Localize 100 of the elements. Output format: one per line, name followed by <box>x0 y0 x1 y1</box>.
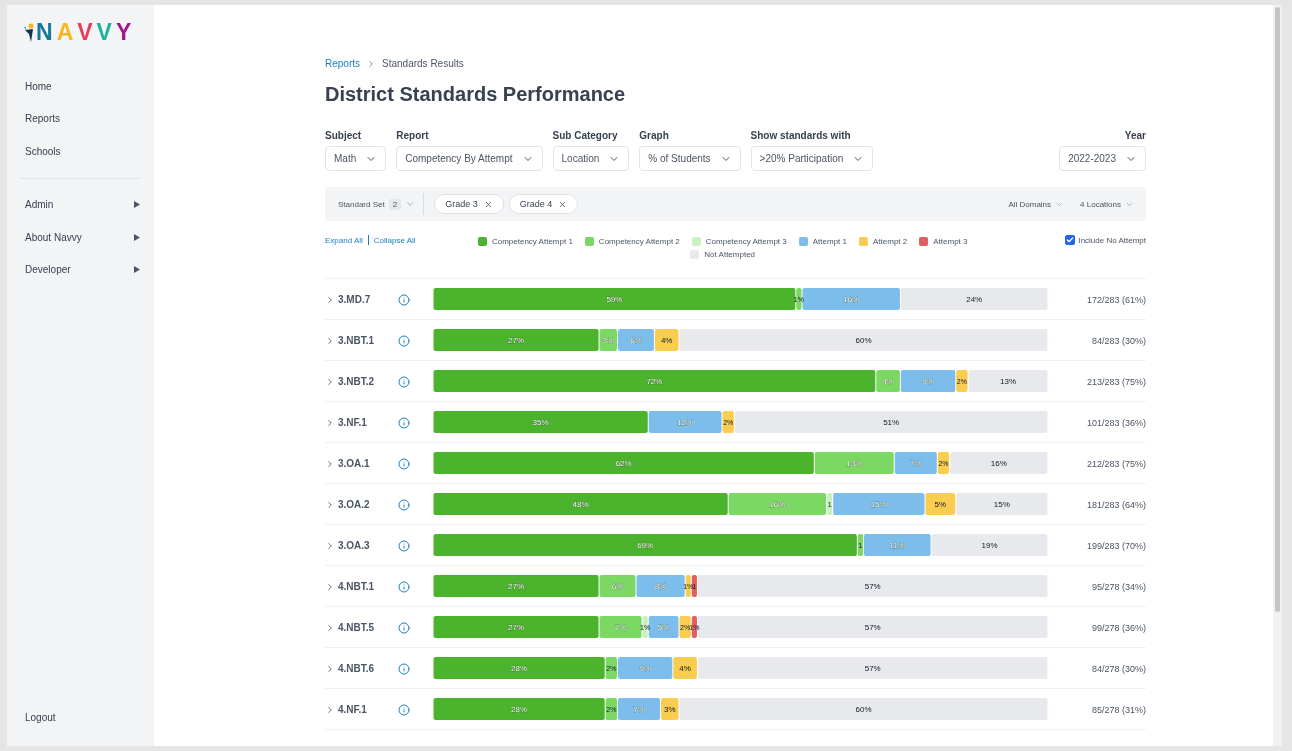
bar-value-label: 19% <box>981 541 998 550</box>
bar-value-label: 6% <box>630 336 642 345</box>
standard-toggle[interactable]: 3.OA.1 <box>325 458 370 469</box>
chevron-right-icon <box>325 376 335 387</box>
filter-dropdown[interactable]: Location <box>552 146 630 171</box>
bar-value-label: 28% <box>511 664 528 673</box>
standard-set-dropdown[interactable]: Standard Set 2 <box>338 193 425 215</box>
chevron-down-icon <box>405 199 416 209</box>
standard-toggle[interactable]: 3.MD.7 <box>325 294 371 305</box>
bar-value-label: 62% <box>615 459 632 468</box>
locations-dropdown[interactable]: 4 Locations <box>1077 199 1137 209</box>
info-icon[interactable] <box>398 662 410 675</box>
standard-toggle[interactable]: 4.NBT.6 <box>325 663 375 674</box>
bar-value-label: 24% <box>966 295 983 304</box>
logo-figure-icon <box>24 22 35 43</box>
logo-letter: V <box>96 19 115 46</box>
caret-icon <box>134 233 140 241</box>
collapse-all-link[interactable]: Collapse All <box>373 235 416 245</box>
student-count: 85/278 (31%) <box>1091 704 1146 715</box>
nav-menu-item[interactable]: Developer <box>7 253 154 286</box>
nav-menu-item[interactable]: Admin <box>7 188 154 221</box>
standard-toggle[interactable]: 3.OA.2 <box>325 499 370 510</box>
standard-toggle[interactable]: 4.NBT.1 <box>325 581 375 592</box>
filter-dropdown[interactable]: Math <box>325 146 387 171</box>
year-dropdown[interactable]: 2022-2023 <box>1059 146 1146 171</box>
info-icon[interactable] <box>398 416 410 429</box>
bar-value-label: 69% <box>637 541 654 550</box>
info-icon[interactable] <box>398 703 410 716</box>
bar-value-label: 8% <box>654 582 667 591</box>
filter-label: Report <box>396 130 430 141</box>
bar-value-label: 60% <box>855 336 872 345</box>
grade-chip[interactable]: Grade 3 <box>434 194 504 214</box>
domains-dropdown[interactable]: All Domains <box>1005 199 1068 209</box>
bar-value-label: 57% <box>864 582 881 591</box>
info-icon[interactable] <box>398 498 410 511</box>
bar-value-label: 16% <box>843 295 860 304</box>
bar-value-label: 35% <box>532 418 549 427</box>
grade-chip[interactable]: Grade 4 <box>508 194 579 214</box>
logo-letter: Y <box>115 19 135 46</box>
standard-toggle[interactable]: 3.NBT.1 <box>325 335 375 346</box>
standard-toggle[interactable]: 3.NF.1 <box>325 417 367 428</box>
chevron-right-icon <box>325 499 335 510</box>
chevron-right-icon <box>325 622 335 633</box>
checkbox-label: Include No Attempt <box>1078 235 1146 245</box>
student-count: 181/283 (64%) <box>1086 499 1146 510</box>
info-icon[interactable] <box>398 334 410 347</box>
info-icon[interactable] <box>398 621 410 634</box>
filter-dropdown[interactable]: Competency By Attempt <box>396 146 543 171</box>
caret-icon <box>134 201 140 209</box>
legend-label: Competency Attempt 3 <box>705 237 787 246</box>
breadcrumb-link[interactable]: Reports <box>325 58 360 69</box>
logo-letter: N <box>36 19 56 46</box>
student-count: 99/278 (36%) <box>1091 622 1146 633</box>
expand-all-link[interactable]: Expand All <box>325 235 363 245</box>
standard-toggle[interactable]: 3.OA.3 <box>325 540 370 551</box>
student-count: 84/278 (30%) <box>1091 663 1146 674</box>
bar-value-label: 48% <box>572 500 589 509</box>
bar-value-label: 7% <box>614 623 627 632</box>
close-icon <box>558 199 568 209</box>
logo-letter: A <box>56 19 77 46</box>
caret-icon <box>134 266 140 274</box>
chevron-right-icon <box>325 704 335 715</box>
chevron-right-icon <box>325 540 335 551</box>
info-icon[interactable] <box>398 457 410 470</box>
info-icon[interactable] <box>398 539 410 552</box>
info-icon[interactable] <box>398 375 410 388</box>
filter-dropdown[interactable]: % of Students <box>639 146 741 171</box>
current-page-text[interactable]: Standards Results <box>382 58 464 69</box>
legend-label: Attempt 3 <box>933 237 968 246</box>
include-no-attempt-checkbox[interactable] <box>1065 235 1076 245</box>
filter-label: Sub Category <box>552 130 619 141</box>
nav-item[interactable]: Schools <box>7 135 154 168</box>
nav-item[interactable]: Home <box>7 70 154 103</box>
legend-label: Not Attempted <box>704 250 756 259</box>
legend-label: Attempt 2 <box>873 237 908 246</box>
bar-value-label: 51% <box>883 418 900 427</box>
bar-value-label: 57% <box>864 664 881 673</box>
nav-menu-item[interactable]: About Navvy <box>7 221 154 254</box>
info-icon[interactable] <box>398 293 410 306</box>
standard-toggle[interactable]: 3.NBT.2 <box>325 376 375 387</box>
chevron-right-icon <box>325 458 335 469</box>
bar-value-label: 16% <box>769 500 786 509</box>
chevron-right-icon <box>325 294 335 305</box>
standard-toggle[interactable]: 4.NBT.5 <box>325 622 375 633</box>
info-icon[interactable] <box>398 580 410 593</box>
bar-value-label: 4% <box>660 336 673 345</box>
close-icon <box>483 199 493 209</box>
filter-label: Year <box>1123 130 1146 141</box>
logout-link[interactable]: Logout <box>7 701 154 734</box>
student-count: 84/283 (30%) <box>1091 335 1146 346</box>
scrollbar-thumb[interactable] <box>1275 7 1280 612</box>
nav-item[interactable]: Reports <box>7 102 154 135</box>
filter-dropdown[interactable]: >20% Participation <box>750 146 874 171</box>
filter-label: Graph <box>639 130 670 141</box>
bar-value-label: 7% <box>910 459 922 468</box>
bar-value-label: 15% <box>870 500 887 509</box>
logo-letter: V <box>77 19 96 46</box>
bar-value-label: 4% <box>679 664 691 673</box>
standard-toggle[interactable]: 4.NF.1 <box>325 704 367 715</box>
chevron-right-icon <box>325 335 335 346</box>
